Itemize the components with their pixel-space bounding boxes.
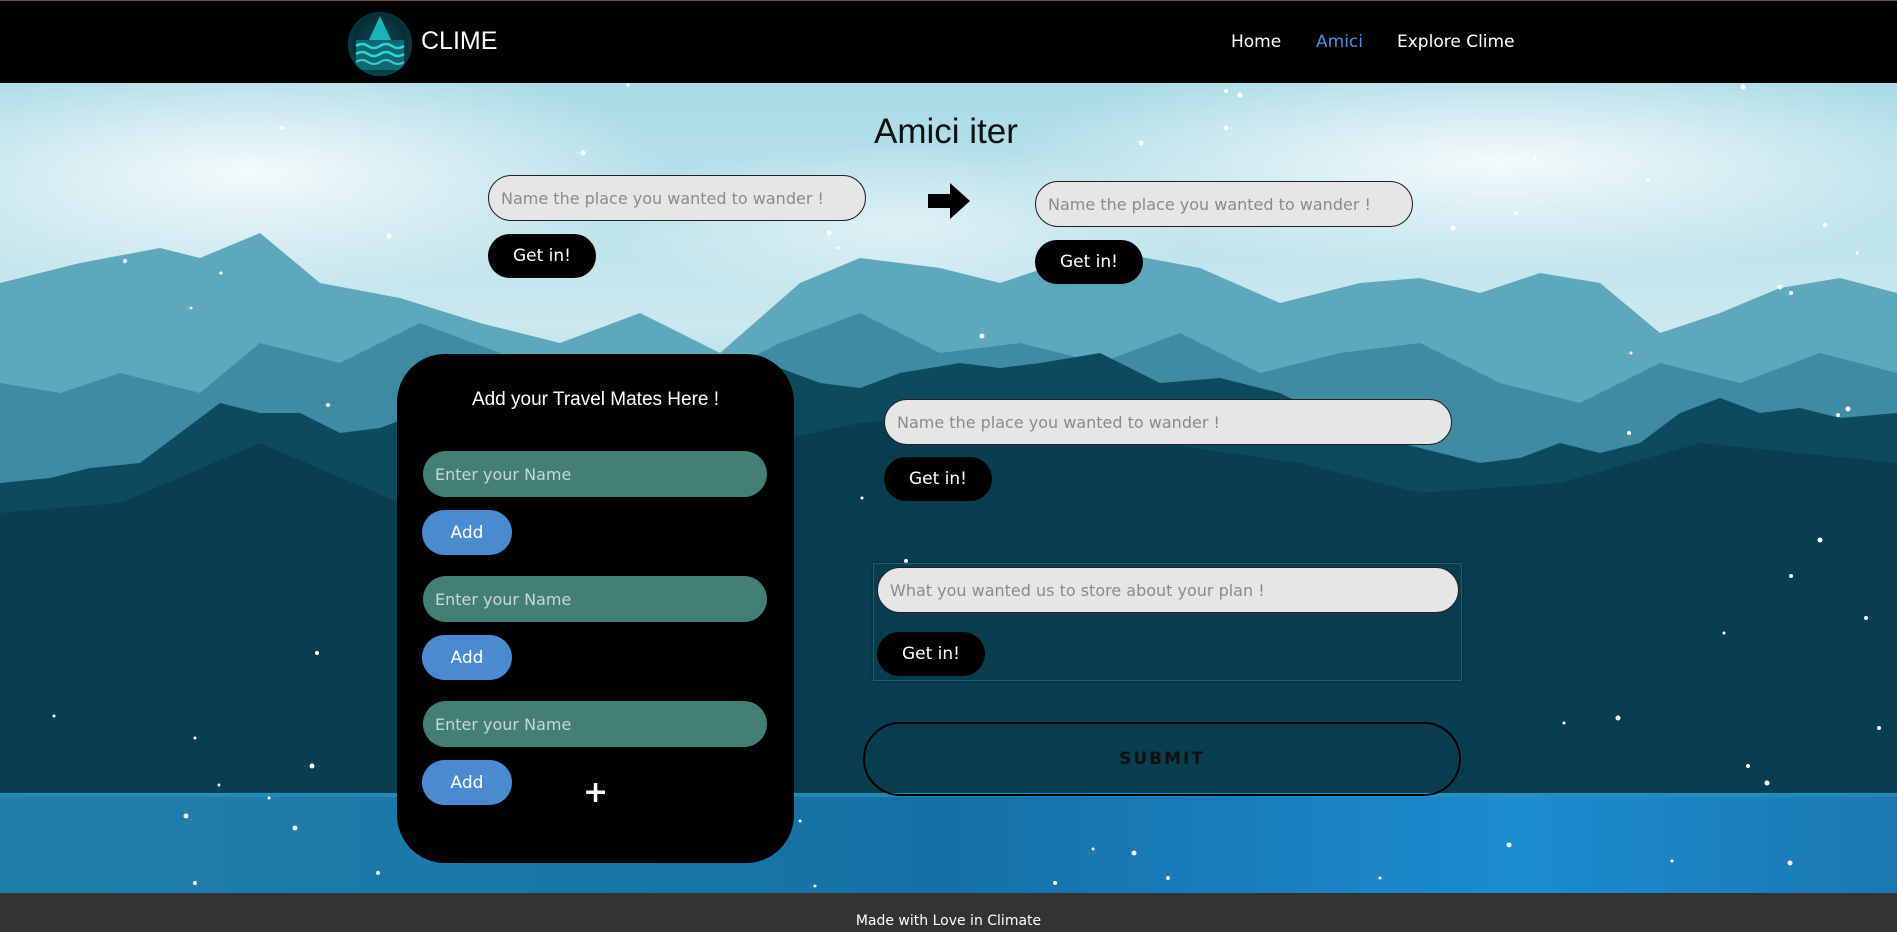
nav-link-explore-clime[interactable]: Explore Clime	[1397, 32, 1515, 52]
nav-link-amici[interactable]: Amici	[1316, 32, 1363, 52]
plan-notes-input[interactable]	[877, 567, 1459, 613]
footer-text: Made with Love in Climate	[855, 913, 1042, 929]
plus-icon[interactable]: +	[583, 775, 608, 810]
travel-mates-card: Add your Travel Mates Here ! Add Add Add…	[397, 354, 794, 863]
place-get-in-button[interactable]: Get in!	[884, 457, 992, 501]
page-title: Amici iter	[874, 112, 1018, 151]
brand-name[interactable]: CLIME	[421, 27, 497, 56]
logo-drop-icon[interactable]	[348, 12, 412, 76]
travel-mates-title: Add your Travel Mates Here !	[471, 389, 720, 410]
add-mate-button-2[interactable]: Add	[422, 635, 512, 680]
notes-get-in-button[interactable]: Get in!	[877, 632, 985, 676]
mate-name-input-2[interactable]	[423, 576, 767, 622]
submit-button[interactable]: SUBMIT	[863, 722, 1461, 796]
mate-name-input-3[interactable]	[423, 701, 767, 747]
mate-name-input-1[interactable]	[423, 451, 767, 497]
place-input[interactable]	[884, 399, 1452, 445]
add-mate-button-1[interactable]: Add	[422, 510, 512, 555]
nav-link-home[interactable]: Home	[1231, 32, 1281, 52]
footer: Made with Love in Climate	[0, 893, 1897, 932]
from-get-in-button[interactable]: Get in!	[488, 234, 596, 278]
arrow-right-icon	[928, 183, 970, 219]
navbar: CLIME Home Amici Explore Clime	[0, 0, 1897, 83]
from-place-input[interactable]	[488, 175, 866, 221]
add-mate-button-3[interactable]: Add	[422, 760, 512, 805]
to-place-input[interactable]	[1035, 181, 1413, 227]
to-get-in-button[interactable]: Get in!	[1035, 240, 1143, 284]
